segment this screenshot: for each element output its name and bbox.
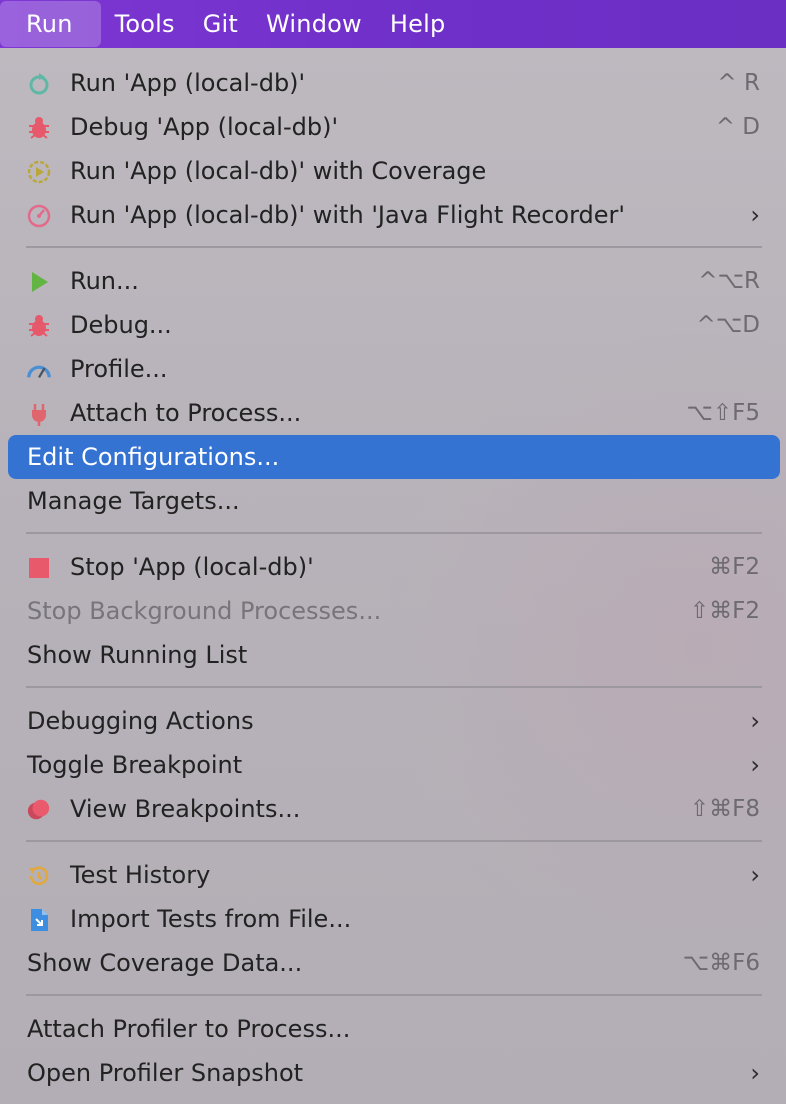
menubar-item-help[interactable]: Help [376, 1, 460, 47]
stop-square-icon [26, 555, 52, 581]
menu-separator [26, 994, 762, 996]
menu-item-debug-dialog[interactable]: Debug... ^⌥D [8, 303, 780, 347]
menu-separator [26, 246, 762, 248]
menu-item-view-breakpoints[interactable]: View Breakpoints... ⇧⌘F8 [8, 787, 780, 831]
shortcut-label: ⇧⌘F8 [689, 796, 760, 822]
menu-item-label: Import Tests from File... [70, 905, 352, 933]
debug-bug-icon [26, 313, 52, 339]
menu-item-label: Profile... [70, 355, 168, 383]
attach-plug-icon [26, 401, 52, 427]
profiler-gauge-icon [26, 357, 52, 383]
shortcut-label: ⇧⌘F2 [689, 598, 760, 624]
menu-item-show-coverage-data[interactable]: Show Coverage Data... ⌥⌘F6 [8, 941, 780, 985]
run-play-icon [26, 269, 52, 295]
menubar-item-run[interactable]: Run [0, 1, 101, 47]
menu-item-manage-targets[interactable]: Manage Targets... [8, 479, 780, 523]
menu-item-label: Attach to Process... [70, 399, 302, 427]
menu-item-label: Debug... [70, 311, 172, 339]
menu-item-label: Debug 'App (local-db)' [70, 113, 339, 141]
submenu-arrow-icon: › [750, 751, 760, 779]
submenu-arrow-icon: › [750, 1059, 760, 1087]
debug-bug-icon [26, 115, 52, 141]
menu-separator [26, 532, 762, 534]
menu-item-label: View Breakpoints... [70, 795, 301, 823]
history-clock-icon [26, 863, 52, 889]
menu-separator [26, 840, 762, 842]
menu-item-label: Show Coverage Data... [27, 949, 303, 977]
menu-item-label: Stop 'App (local-db)' [70, 553, 314, 581]
shortcut-label: ^⌥R [698, 268, 760, 294]
shortcut-label: ⌥⌘F6 [682, 950, 760, 976]
menu-item-label: Run... [70, 267, 139, 295]
menu-item-label: Toggle Breakpoint [27, 751, 243, 779]
menu-bar: Run Tools Git Window Help [0, 0, 786, 48]
menu-item-attach-process[interactable]: Attach to Process... ⌥⇧F5 [8, 391, 780, 435]
menu-item-run-app[interactable]: Run 'App (local-db)' ^ R [8, 61, 780, 105]
menubar-item-tools[interactable]: Tools [101, 1, 189, 47]
menu-item-run-dialog[interactable]: Run... ^⌥R [8, 259, 780, 303]
menu-item-label: Debugging Actions [27, 707, 254, 735]
menu-item-debug-app[interactable]: Debug 'App (local-db)' ^ D [8, 105, 780, 149]
shortcut-label: ^ D [715, 114, 760, 140]
shortcut-label: ⌥⇧F5 [686, 400, 760, 426]
menu-item-label: Run 'App (local-db)' [70, 69, 306, 97]
menu-item-run-coverage[interactable]: Run 'App (local-db)' with Coverage [8, 149, 780, 193]
submenu-arrow-icon: › [750, 861, 760, 889]
menu-item-label: Show Running List [27, 641, 248, 669]
menu-item-show-running-list[interactable]: Show Running List [8, 633, 780, 677]
run-menu-dropdown: Run 'App (local-db)' ^ R Debug 'App (loc… [0, 48, 786, 1104]
menubar-item-window[interactable]: Window [252, 1, 376, 47]
menu-item-label: Manage Targets... [27, 487, 240, 515]
menu-item-toggle-breakpoint[interactable]: Toggle Breakpoint › [8, 743, 780, 787]
menu-item-label: Attach Profiler to Process... [27, 1015, 351, 1043]
shortcut-label: ^⌥D [696, 312, 761, 338]
menu-item-profile[interactable]: Profile... [8, 347, 780, 391]
coverage-icon [26, 159, 52, 185]
menubar-item-git[interactable]: Git [189, 1, 252, 47]
submenu-arrow-icon: › [750, 201, 760, 229]
breakpoints-icon [26, 797, 52, 823]
submenu-arrow-icon: › [750, 707, 760, 735]
shortcut-label: ^ R [717, 70, 760, 96]
menu-item-label: Edit Configurations... [27, 443, 280, 471]
menu-item-label: Run 'App (local-db)' with 'Java Flight R… [70, 201, 626, 229]
menu-item-label: Test History [70, 861, 211, 889]
menu-item-run-jfr[interactable]: Run 'App (local-db)' with 'Java Flight R… [8, 193, 780, 237]
run-rerun-icon [26, 71, 52, 97]
import-file-icon [26, 907, 52, 933]
menu-item-stop-background[interactable]: Stop Background Processes... ⇧⌘F2 [8, 589, 780, 633]
menu-item-debugging-actions[interactable]: Debugging Actions › [8, 699, 780, 743]
menu-item-label: Run 'App (local-db)' with Coverage [70, 157, 487, 185]
shortcut-label: ⌘F2 [709, 554, 760, 580]
menu-separator [26, 686, 762, 688]
menu-item-attach-profiler[interactable]: Attach Profiler to Process... [8, 1007, 780, 1051]
menu-item-test-history[interactable]: Test History › [8, 853, 780, 897]
menu-item-label: Open Profiler Snapshot [27, 1059, 304, 1087]
menu-item-label: Stop Background Processes... [27, 597, 382, 625]
menu-item-open-profiler-snapshot[interactable]: Open Profiler Snapshot › [8, 1051, 780, 1095]
menu-item-edit-configurations[interactable]: Edit Configurations... [8, 435, 780, 479]
flight-recorder-icon [26, 203, 52, 229]
menu-item-import-tests[interactable]: Import Tests from File... [8, 897, 780, 941]
menu-item-stop-app[interactable]: Stop 'App (local-db)' ⌘F2 [8, 545, 780, 589]
